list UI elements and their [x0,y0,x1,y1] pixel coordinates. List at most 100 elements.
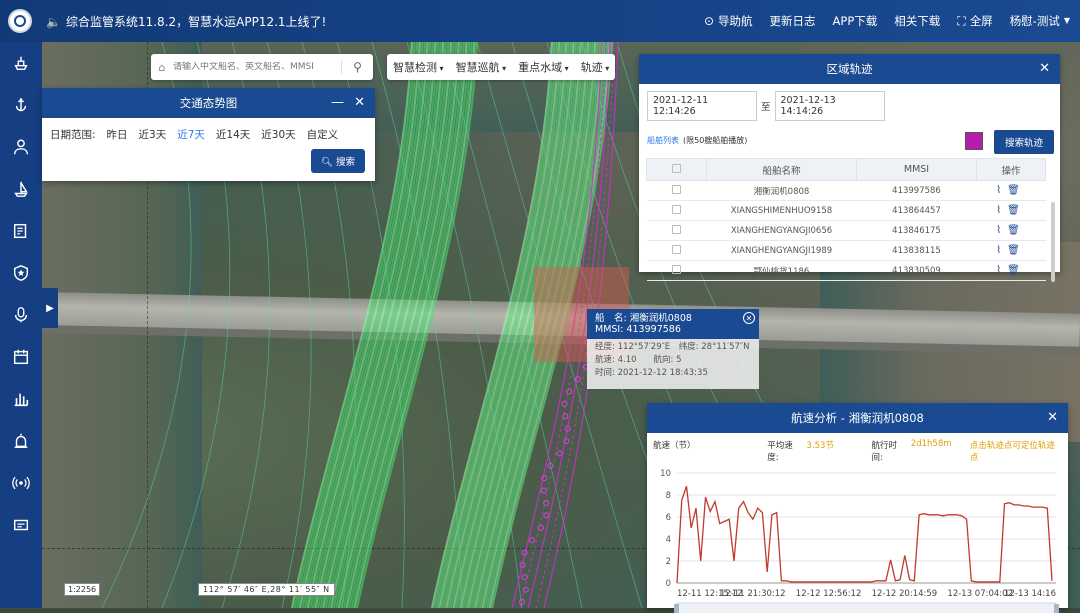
popup-body: 经度: 112°57′29″E 纬度: 28°11′57″N 航速: 4.10 … [587,339,759,389]
close-icon[interactable]: ✕ [743,312,755,324]
anchor-icon[interactable] [0,84,42,126]
traffic-search-button[interactable]: 🔍︎ 搜索 [310,149,365,173]
track-point[interactable] [540,487,547,494]
nav-help[interactable]: ⊙ 导助航 [704,13,753,29]
chart-icon[interactable] [0,378,42,420]
speaker-icon: 🔈 [46,14,61,29]
close-icon[interactable]: ✕ [1047,410,1058,425]
zoom-handle-left[interactable] [674,604,679,613]
mic-icon[interactable] [0,294,42,336]
table-row[interactable]: XIANGHENGYANGJI1989 413838115 ⌇🗑︎ [646,240,1046,261]
track-point[interactable] [556,450,563,457]
table-row[interactable]: XIANGSHIMENHUO9158 413864457 ⌇🗑︎ [646,200,1046,221]
delete-icon[interactable]: 🗑︎ [1007,225,1026,236]
track-point[interactable] [537,524,544,531]
row-checkbox[interactable] [672,184,681,194]
nav-fullscreen[interactable]: ⛶ 全屏 [957,13,992,29]
minimize-icon[interactable]: — [331,95,344,110]
trend-icon[interactable]: ⌇ [996,205,1007,216]
end-date-input[interactable]: 2021-12-13 14:14:26 [774,91,885,121]
track-point[interactable] [543,499,550,506]
nav-changelog[interactable]: 更新日志 [770,13,816,29]
traffic-panel: 交通态势图 — ✕ 日期范围: 昨日 近3天 近7天 近14天 近30天 自定义 … [42,88,375,181]
scrollbar[interactable] [1051,202,1055,282]
chevron-right-icon: ▶ [46,302,54,314]
nav-downloads[interactable]: 相关下载 [894,13,940,29]
track-point[interactable] [528,537,535,544]
sidebar [0,42,42,608]
close-icon[interactable]: ✕ [354,95,365,110]
zoom-handle-right[interactable] [1054,604,1059,613]
ship-table: 船舶名称 MMSI 操作 湘衡润机0808 413997586 ⌇🗑︎ XIANGSH… [646,158,1046,281]
nav-app-download[interactable]: APP下载 [833,13,878,29]
broadcast-icon[interactable] [0,462,42,504]
badge-icon[interactable] [0,252,42,294]
date-range: 2021-12-11 12:14:26 至 2021-12-13 14:14:2… [639,84,1060,128]
notice: 🔈 综合监管系统11.8.2，智慧水运APP12.1上线了! [46,13,326,30]
close-icon[interactable]: ✕ [1039,61,1050,76]
ship-icon[interactable] [0,42,42,84]
row-checkbox[interactable] [672,204,681,214]
search-prefix-icon: ⌂ [158,60,166,74]
delete-icon[interactable]: 🗑︎ [1007,265,1026,276]
select-all-checkbox[interactable] [672,163,681,173]
alarm-icon[interactable] [0,420,42,462]
row-checkbox[interactable] [672,224,681,234]
zoom-slider[interactable] [676,602,1057,613]
row-checkbox[interactable] [672,244,681,254]
speed-series-line [676,485,1053,584]
range-option-selected[interactable]: 近7天 [177,127,205,142]
track-point[interactable] [561,400,568,407]
search-track-button[interactable]: 搜索轨迹 [993,130,1054,154]
range-option[interactable]: 近14天 [216,127,250,142]
ship-list-note: (限50艘船舶播放) [683,135,748,145]
row-checkbox[interactable] [672,264,681,274]
message-icon[interactable] [0,504,42,546]
track-color-picker[interactable] [965,132,983,150]
speed-panel-header: 航速分析 - 湘衡润机0808 ✕ [647,403,1068,433]
range-option[interactable]: 昨日 [107,127,128,142]
table-row[interactable]: XIANGHENGYANGJI0656 413846175 ⌇🗑︎ [646,220,1046,241]
start-date-input[interactable]: 2021-12-11 12:14:26 [647,91,757,121]
date-range-label: 日期范围: [50,129,96,141]
delete-icon[interactable]: 🗑︎ [1007,245,1026,256]
delete-icon[interactable]: 🗑︎ [1007,185,1026,196]
person-icon[interactable] [0,126,42,168]
search-icon[interactable]: ⚲ [341,60,373,74]
trend-icon[interactable]: ⌇ [996,185,1007,196]
trend-icon[interactable]: ⌇ [996,265,1007,276]
menu-key-waters[interactable]: 重点水域 [518,59,569,75]
menu-smart-detect[interactable]: 智慧检测 [393,59,444,75]
range-option[interactable]: 自定义 [307,127,339,142]
range-option[interactable]: 近3天 [139,127,167,142]
duration-label: 航行时间: [871,441,898,463]
menu-smart-patrol[interactable]: 智慧巡航 [456,59,507,75]
select-all-header [646,158,707,181]
delete-icon[interactable]: 🗑︎ [1007,205,1026,216]
menu-track[interactable]: 轨迹 [581,59,610,75]
report-icon[interactable] [0,210,42,252]
nav-user[interactable]: 杨慰-测试 ▼ [1010,13,1070,29]
sidebar-toggle-button[interactable]: ▶ [42,288,58,328]
notice-text: 综合监管系统11.8.2，智慧水运APP12.1上线了! [65,15,327,29]
panel-title: 区域轨迹 [826,62,873,76]
track-point[interactable] [566,388,573,395]
sailboat-icon[interactable] [0,168,42,210]
ship-name-cell: XIANGHENGYANGJI0656 [706,220,857,241]
trend-icon[interactable]: ⌇ [996,225,1007,236]
track-point[interactable] [562,413,569,420]
area-track-panel: 区域轨迹 ✕ 2021-12-11 12:14:26 至 2021-12-13 … [639,54,1060,282]
column-header: 船舶名称 [706,158,857,181]
range-option[interactable]: 近30天 [261,127,295,142]
table-row[interactable]: 湘衡润机0808 413997586 ⌇🗑︎ [646,180,1046,201]
speed-chart[interactable]: 024681012-11 12:15:1212-11 21:30:12 12-12… [647,465,1068,613]
ship-search-input[interactable] [173,62,341,72]
panel-title: 交通态势图 [179,96,238,110]
table-row[interactable]: 鄂仙桃货1186 413830509 ⌇🗑︎ [646,260,1046,281]
ship-name-cell: XIANGHENGYANGJI1989 [706,240,857,261]
track-point[interactable] [543,512,550,519]
trend-icon[interactable]: ⌇ [996,245,1007,256]
y-axis-label: 航速（节） [653,441,696,451]
track-point[interactable] [521,574,528,581]
calendar-icon[interactable] [0,336,42,378]
